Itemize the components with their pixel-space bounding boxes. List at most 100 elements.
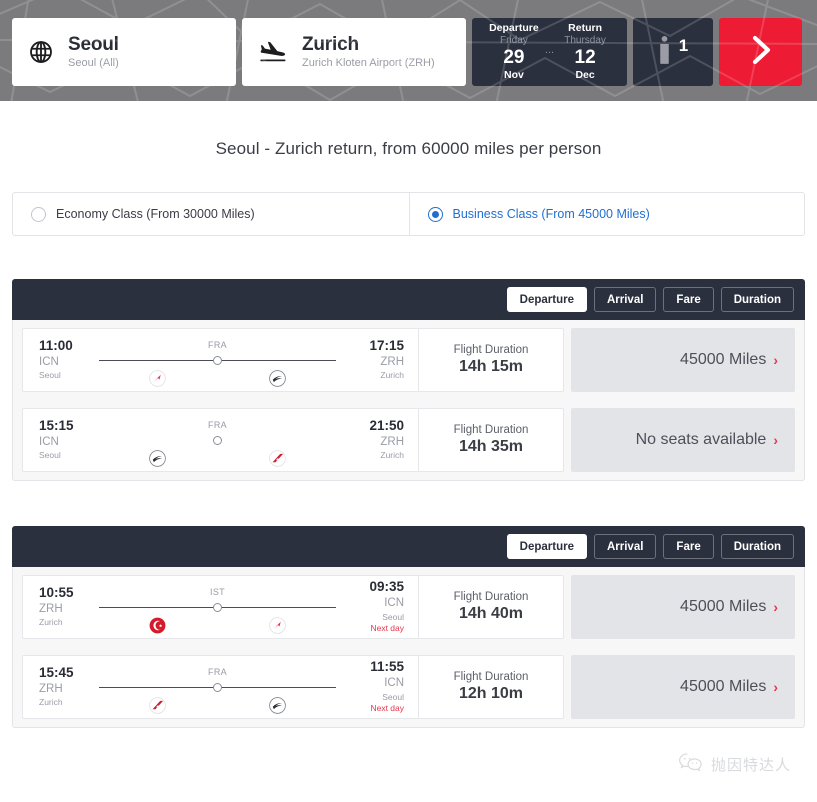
turkish-logo [149,617,166,634]
fare-button[interactable]: No seats available › [571,408,795,472]
arrive-time: 09:35 [369,579,404,595]
chevron-right-icon [746,33,776,72]
return-label: Return [568,22,602,35]
depart-code: ZRH [39,682,63,695]
watermark: 抛因特达人 [678,751,791,778]
departure-date: Departure Friday 29 Nov [487,22,541,82]
flight-row[interactable]: 15:45 ZRH Zurich FRA 11:55 ICN Seoul Nex… [13,647,804,727]
arrive-city: Zurich [380,370,404,381]
stop-dot [213,682,222,692]
lufthansa-logo [269,697,286,714]
depart-code: ICN [39,355,59,368]
flight-destination: 21:50 ZRH Zurich [340,409,418,471]
depart-time: 15:15 [39,418,74,434]
route-graphic: FRA [95,656,340,720]
inbound-sort-departure[interactable]: Departure [506,534,587,559]
return-day: 12 [574,47,596,69]
stop-dot [213,435,222,445]
outbound-sort-fare[interactable]: Fare [663,287,714,312]
passenger-field[interactable]: 1 [633,18,713,86]
depart-city: Seoul [39,370,61,381]
radio-business[interactable] [427,206,443,222]
fare-label: No seats available [635,431,767,448]
arrive-code: ZRH [380,435,404,448]
flight-details[interactable]: 11:00 ICN Seoul FRA 17:15 ZRH Zurich Fli… [22,328,564,392]
outbound-flight-list: 11:00 ICN Seoul FRA 17:15 ZRH Zurich Fli… [12,320,805,481]
arrive-code: ICN [384,597,404,610]
inbound-flight-list: 10:55 ZRH Zurich IST 09:35 ICN Seoul Nex… [12,567,805,728]
cabin-option-economy-label: Economy Class (From 30000 Miles) [56,207,255,221]
wechat-icon [678,751,704,778]
globe-icon [28,39,54,65]
origin-city: Seoul [68,34,119,56]
departure-weekday: Friday [500,35,528,47]
flight-details[interactable]: 15:45 ZRH Zurich FRA 11:55 ICN Seoul Nex… [22,655,564,719]
flight-row[interactable]: 11:00 ICN Seoul FRA 17:15 ZRH Zurich Fli… [13,320,804,400]
fare-button[interactable]: 45000 Miles › [571,655,795,719]
cabin-option-economy[interactable]: Economy Class (From 30000 Miles) [13,193,409,235]
inbound-sort-fare[interactable]: Fare [663,534,714,559]
duration-value: 14h 35m [458,438,524,455]
duration-label: Flight Duration [453,424,529,436]
stop-airport-code: FRA [208,420,227,430]
fare-label: 45000 Miles [680,351,767,368]
outbound-sort-bar: Departure Arrival Fare Duration [12,279,805,320]
departure-label: Departure [489,22,539,35]
departure-day: 29 [503,47,525,69]
flight-row[interactable]: 15:15 ICN Seoul FRA 21:50 ZRH Zurich Fli… [13,400,804,480]
flight-destination: 17:15 ZRH Zurich [340,329,418,391]
date-separator: ... [544,44,555,56]
depart-city: Zurich [39,617,63,628]
person-icon [658,34,671,71]
watermark-text: 抛因特达人 [710,757,791,774]
outbound-sort-duration[interactable]: Duration [720,287,794,312]
depart-time: 15:45 [39,665,74,681]
departure-month: Nov [503,69,524,82]
date-field[interactable]: Departure Friday 29 Nov ... Return Thurs… [472,18,627,86]
depart-city: Seoul [39,450,61,461]
flight-duration: Flight Duration 14h 15m [418,329,563,391]
inbound-results: Departure Arrival Fare Duration 10:55 ZR… [0,526,817,728]
flight-origin: 15:45 ZRH Zurich [23,656,95,718]
destination-field[interactable]: Zurich Zurich Kloten Airport (ZRH) [242,18,466,86]
flight-details[interactable]: 10:55 ZRH Zurich IST 09:35 ICN Seoul Nex… [22,575,564,639]
plane-landing-icon [258,39,288,65]
destination-detail: Zurich Kloten Airport (ZRH) [302,56,435,69]
passenger-count: 1 [678,36,689,55]
fare-button[interactable]: 45000 Miles › [571,328,795,392]
flight-origin: 11:00 ICN Seoul [23,329,95,391]
flight-details[interactable]: 15:15 ICN Seoul FRA 21:50 ZRH Zurich Fli… [22,408,564,472]
chevron-right-icon: › [773,679,778,695]
austrian-logo [269,450,286,467]
origin-field[interactable]: Seoul Seoul (All) [12,18,236,86]
stop-airport-code: FRA [208,340,227,350]
duration-value: 12h 10m [458,685,524,702]
fare-button[interactable]: 45000 Miles › [571,575,795,639]
duration-value: 14h 15m [458,358,524,375]
fare-label: 45000 Miles [680,598,767,615]
flight-destination: 11:55 ICN Seoul Next day [340,656,418,718]
asiana-logo [149,370,166,387]
flight-duration: Flight Duration 14h 35m [418,409,563,471]
depart-time: 10:55 [39,585,74,601]
inbound-sort-duration[interactable]: Duration [720,534,794,559]
flight-row[interactable]: 10:55 ZRH Zurich IST 09:35 ICN Seoul Nex… [13,567,804,647]
depart-time: 11:00 [39,338,73,354]
return-month: Dec [575,69,595,82]
origin-detail: Seoul (All) [68,56,119,69]
page-title: Seoul - Zurich return, from 60000 miles … [215,139,602,158]
outbound-sort-arrival[interactable]: Arrival [593,287,657,312]
flight-origin: 15:15 ICN Seoul [23,409,95,471]
radio-economy[interactable] [31,206,46,222]
outbound-sort-departure[interactable]: Departure [506,287,587,312]
stop-dot [213,355,222,365]
duration-label: Flight Duration [453,344,529,356]
stop-airport-code: FRA [208,667,227,677]
search-submit-button[interactable] [719,18,802,86]
route-graphic: FRA [95,409,340,473]
arrive-time: 21:50 [369,418,404,434]
arrive-code: ZRH [380,355,404,368]
cabin-option-business[interactable]: Business Class (From 45000 Miles) [408,193,805,235]
inbound-sort-arrival[interactable]: Arrival [593,534,657,559]
arrive-code: ICN [384,677,404,690]
